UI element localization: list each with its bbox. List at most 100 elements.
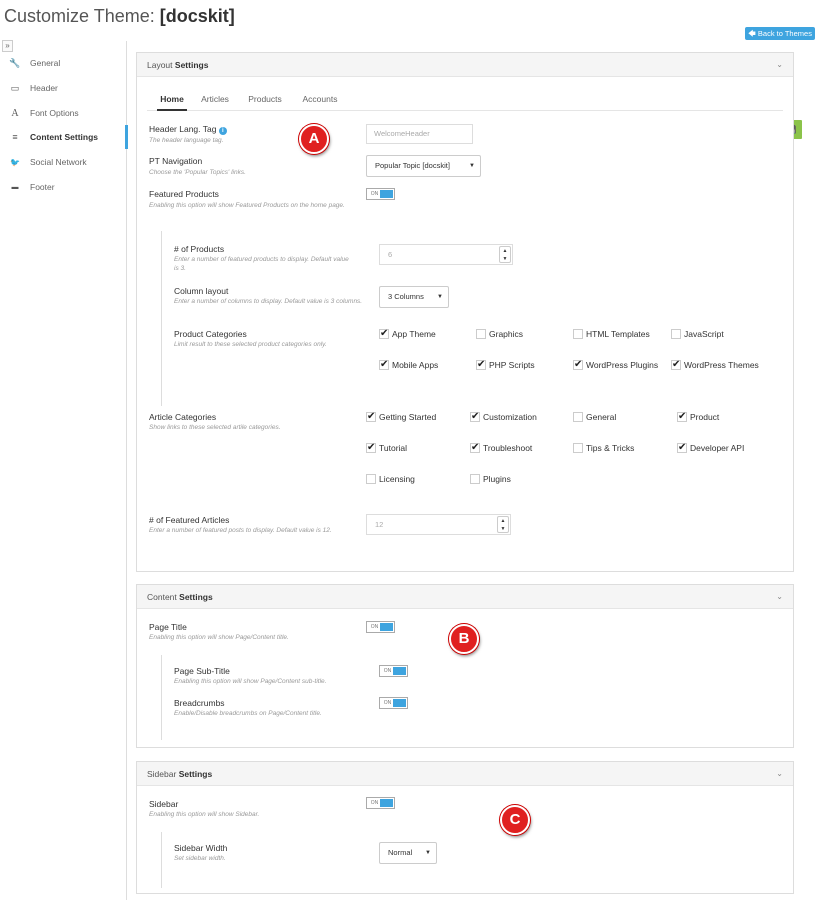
page-subtitle-hint: Enabling this option will show Page/Cont…	[174, 678, 327, 685]
sidebar-options	[161, 832, 162, 888]
checkbox-plugins[interactable]: Plugins	[470, 474, 511, 484]
back-to-themes-button[interactable]: 🡄 Back to Themes	[745, 27, 815, 40]
checkbox-troubleshoot[interactable]: ✔ Troubleshoot	[470, 443, 532, 453]
header-lang-label: Header Lang. Tag i	[149, 124, 227, 135]
page-subtitle-toggle[interactable]: ON	[379, 665, 408, 677]
breadcrumbs-label: Breadcrumbs	[174, 698, 225, 708]
wrench-icon: 🔧	[9, 57, 21, 68]
column-layout-hint: Enter a number of columns to display. De…	[174, 298, 363, 305]
page-title-toggle[interactable]: ON	[366, 621, 395, 633]
check-icon: ✔	[366, 411, 376, 422]
checkbox-mobile-apps[interactable]: ✔ Mobile Apps	[379, 360, 438, 370]
check-icon: ✔	[379, 359, 389, 370]
caret-down-icon: ▼	[425, 850, 431, 856]
sidebar-width-label: Sidebar Width	[174, 843, 228, 853]
check-icon: ✔	[366, 442, 376, 453]
checkbox-graphics[interactable]: Graphics	[476, 329, 523, 339]
check-icon: ✔	[476, 359, 486, 370]
checkbox-getting-started[interactable]: ✔ Getting Started	[366, 412, 436, 422]
breadcrumbs-hint: Enable/Disable breadcrumbs on Page/Conte…	[174, 710, 322, 717]
marker-c: C	[500, 805, 530, 835]
font-icon: A	[11, 107, 19, 119]
layout-settings-panel: Layout Settings ⌄ Home Articles Products …	[136, 52, 794, 572]
sidebar-item-social-network[interactable]: 🐦 Social Network	[0, 150, 127, 174]
featured-products-toggle[interactable]: ON	[366, 188, 395, 200]
sidebar-toggle[interactable]: ON	[366, 797, 395, 809]
chevron-down-icon: ⌄	[776, 592, 783, 601]
chevron-down-icon: ⌄	[776, 769, 783, 778]
checkbox-product[interactable]: ✔ Product	[677, 412, 719, 422]
check-icon: ✔	[677, 411, 687, 422]
sidebar-item-general[interactable]: 🔧 General	[0, 51, 127, 75]
check-icon: ✔	[379, 328, 389, 339]
chevron-down-icon: ⌄	[776, 60, 783, 69]
check-icon: ✔	[470, 411, 480, 422]
featured-articles-input[interactable]: 12 ▲ ▼	[366, 514, 511, 535]
page-title: Customize Theme: [docskit]	[4, 6, 235, 26]
num-products-label: # of Products	[174, 244, 225, 254]
check-icon: ✔	[470, 442, 480, 453]
window-icon: ▭	[10, 82, 20, 93]
tab-articles[interactable]: Articles	[197, 91, 233, 111]
sidebar-item-header[interactable]: ▭ Header	[0, 76, 127, 100]
arrow-left-icon: 🡄	[748, 29, 756, 38]
tab-products[interactable]: Products	[243, 91, 287, 111]
check-icon: ✔	[671, 359, 681, 370]
minus-icon: ▬	[11, 183, 19, 191]
pt-navigation-select[interactable]: Popular Topic [docskit] ▼	[366, 155, 481, 177]
tab-accounts[interactable]: Accounts	[297, 91, 343, 111]
checkbox-general[interactable]: General	[573, 412, 616, 422]
sidebar-item-footer[interactable]: ▬ Footer	[0, 175, 127, 199]
sidebar-item-font-options[interactable]: A Font Options	[0, 101, 127, 125]
checkbox-tutorial[interactable]: ✔ Tutorial	[366, 443, 407, 453]
featured-articles-label: # of Featured Articles	[149, 515, 230, 525]
header-lang-input[interactable]: WelcomeHeader	[366, 124, 473, 144]
tab-home[interactable]: Home	[157, 91, 187, 111]
column-layout-label: Column layout	[174, 286, 229, 296]
checkbox-licensing[interactable]: Licensing	[366, 474, 415, 484]
content-settings-panel: Content Settings ⌄ Page Title Enabling th…	[136, 584, 794, 748]
list-icon: ≡	[12, 132, 18, 142]
content-settings-header[interactable]: Content Settings ⌄	[137, 585, 793, 609]
check-icon: ✔	[677, 442, 687, 453]
spinner-icon[interactable]: ▲ ▼	[497, 516, 509, 533]
checkbox-customization[interactable]: ✔ Customization	[470, 412, 537, 422]
num-products-input[interactable]: 6 ▲ ▼	[379, 244, 513, 265]
sidebar-item-content-settings[interactable]: ≡ Content Settings	[0, 125, 128, 149]
twitter-icon: 🐦	[10, 157, 20, 167]
checkbox-javascript[interactable]: JavaScript	[671, 329, 724, 339]
sidebar-width-select[interactable]: Normal ▼	[379, 842, 437, 864]
checkbox-app-theme[interactable]: ✔ App Theme	[379, 329, 436, 339]
sidebar: 🔧 General ▭ Header A Font Options ≡ Content …	[0, 41, 128, 900]
checkbox-developer-api[interactable]: ✔ Developer API	[677, 443, 744, 453]
checkbox-wordpress-themes[interactable]: ✔ WordPress Themes	[671, 360, 759, 370]
spinner-icon[interactable]: ▲ ▼	[499, 246, 511, 263]
breadcrumbs-toggle[interactable]: ON	[379, 697, 408, 709]
page-title-label: Page Title	[149, 622, 187, 632]
info-icon: i	[218, 127, 227, 135]
checkbox-tips-tricks[interactable]: Tips & Tricks	[573, 443, 634, 453]
page-subtitle-label: Page Sub-Title	[174, 666, 230, 676]
featured-products-options	[161, 231, 162, 406]
header-lang-hint: The header language tag.	[149, 137, 224, 144]
layout-settings-header[interactable]: Layout Settings ⌄	[137, 53, 793, 77]
sidebar-settings-header[interactable]: Sidebar Settings ⌄	[137, 762, 793, 786]
checkbox-php-scripts[interactable]: ✔ PHP Scripts	[476, 360, 535, 370]
checkbox-html-templates[interactable]: HTML Templates	[573, 329, 650, 339]
column-layout-select[interactable]: 3 Columns ▼	[379, 286, 449, 308]
num-products-hint: Enter a number of featured products to d…	[174, 256, 349, 272]
marker-b: B	[449, 624, 479, 654]
pt-navigation-label: PT Navigation	[149, 156, 203, 166]
marker-a: A	[299, 124, 329, 154]
product-categories-label: Product Categories	[174, 329, 247, 339]
featured-articles-hint: Enter a number of featured posts to disp…	[149, 527, 332, 534]
sidebar-width-hint: Set sidebar width.	[174, 855, 226, 862]
article-categories-hint: Show links to these selected artile cate…	[149, 424, 281, 431]
sidebar-hint: Enabling this option will show Sidebar.	[149, 811, 260, 818]
sidebar-label: Sidebar	[149, 799, 179, 809]
checkbox-wordpress-plugins[interactable]: ✔ WordPress Plugins	[573, 360, 658, 370]
sidebar-settings-panel: Sidebar Settings ⌄ Sidebar Enabling this …	[136, 761, 794, 894]
pt-navigation-hint: Choose the 'Popular Topics' links.	[149, 169, 246, 176]
caret-down-icon: ▼	[469, 163, 475, 169]
product-categories-hint: Limit result to these selected product c…	[174, 341, 327, 348]
